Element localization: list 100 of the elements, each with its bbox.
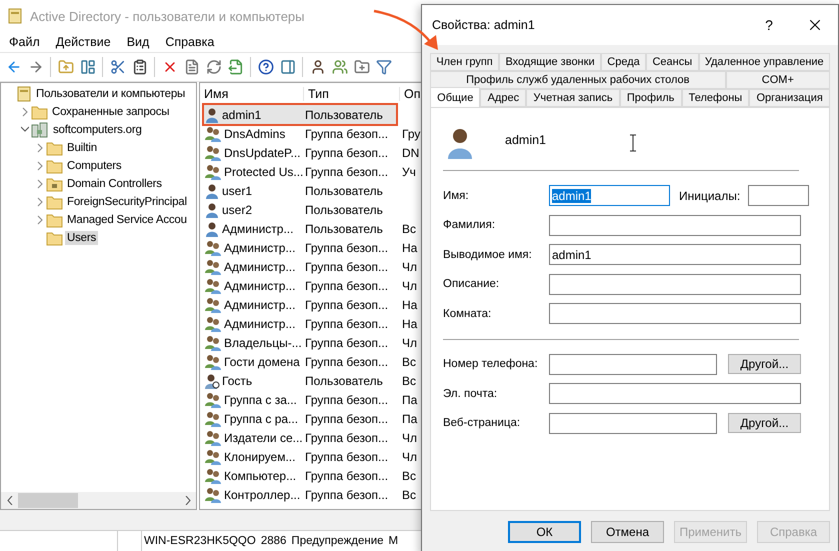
- scrollbar-thumb[interactable]: [18, 493, 78, 508]
- app-icon: [8, 8, 22, 24]
- table-cell: Администр...: [224, 278, 296, 292]
- table-cell-text: Группа безоп...: [305, 240, 390, 254]
- user-icon: [204, 106, 220, 122]
- tab[interactable]: COM+: [726, 71, 830, 89]
- tree-item[interactable]: Domain Controllers: [65, 177, 164, 191]
- status-text: 2886: [260, 535, 286, 547]
- menu-item[interactable]: Вид: [126, 35, 150, 49]
- table-cell-text: Группа безоп...: [305, 354, 390, 368]
- filter-icon[interactable]: [374, 58, 393, 76]
- tree-item[interactable]: Managed Service Accou: [65, 213, 189, 227]
- group-icon: [204, 430, 222, 446]
- tree-item[interactable]: Пользователи и компьютеры: [34, 87, 188, 101]
- text-field[interactable]: admin1: [549, 244, 801, 266]
- text-field[interactable]: [549, 412, 717, 434]
- tree-item[interactable]: Builtin: [65, 141, 99, 155]
- table-cell-text: Группа безоп...: [305, 392, 390, 406]
- group-icon: [204, 334, 222, 350]
- highlighted-row[interactable]: admin1 Пользователь: [204, 105, 396, 124]
- column-header[interactable]: Тип: [304, 87, 400, 101]
- tab[interactable]: Профиль: [620, 89, 682, 107]
- table-cell: Администр...: [224, 240, 296, 254]
- table-cell: Группа с ра...: [224, 412, 298, 426]
- organizational-unit-icon: [46, 176, 63, 192]
- table-cell: Чл: [402, 336, 417, 350]
- text-field[interactable]: [549, 214, 801, 236]
- group-icon: [204, 164, 222, 180]
- user-name: admin1: [505, 133, 547, 147]
- tree-item[interactable]: Сохраненные запросы: [50, 105, 172, 119]
- table-cell: Чл: [402, 430, 417, 444]
- other-button[interactable]: Другой...: [728, 354, 801, 374]
- user-icon: [204, 202, 220, 218]
- tree-item[interactable]: Users: [65, 231, 98, 245]
- group-icon: [204, 258, 222, 274]
- column-header[interactable]: Имя: [200, 87, 304, 101]
- table-cell: Чл: [402, 260, 417, 274]
- tab[interactable]: Сеансы: [646, 53, 699, 71]
- text-field[interactable]: [549, 354, 717, 375]
- table-cell: Па: [402, 392, 418, 406]
- dialog-button[interactable]: ОК: [508, 521, 581, 543]
- group-icon: [204, 296, 222, 312]
- table-cell: Компьютер...: [224, 468, 296, 482]
- table-cell: Издатели се...: [224, 430, 303, 444]
- tab[interactable]: Организация: [749, 89, 830, 107]
- text-field[interactable]: [549, 383, 801, 404]
- tree-item[interactable]: softcomputers.org: [51, 123, 144, 137]
- table-cell: Вс: [402, 468, 416, 482]
- tree-item[interactable]: Computers: [65, 159, 124, 173]
- table-cell: Группа с за...: [224, 392, 297, 406]
- field-label: Описание:: [443, 278, 500, 290]
- group-icon: [204, 278, 222, 294]
- field-label: Эл. почта:: [443, 388, 498, 400]
- export-icon[interactable]: [226, 58, 245, 76]
- tab[interactable]: Входящие звонки: [499, 53, 601, 71]
- table-cell: Администр...: [222, 222, 294, 236]
- text-field[interactable]: admin1: [549, 185, 670, 206]
- help-button[interactable]: ?: [746, 17, 792, 33]
- table-cell: Владельцы-...: [224, 336, 302, 350]
- table-cell: user1: [222, 184, 252, 198]
- tab[interactable]: Адрес: [480, 89, 526, 107]
- text-field[interactable]: [549, 303, 801, 324]
- table-cell-text: Пользователь: [305, 202, 384, 216]
- table-cell: Вс: [402, 222, 416, 236]
- table-cell: Гости домена: [224, 354, 300, 368]
- tab[interactable]: Профиль служб удаленных рабочих столов: [430, 71, 726, 89]
- tab[interactable]: Член групп: [430, 53, 500, 71]
- group-icon: [204, 316, 222, 332]
- dialog-button[interactable]: Отмена: [591, 521, 664, 543]
- table-cell: user2: [222, 202, 252, 216]
- guest-user-icon: [204, 372, 220, 388]
- tab[interactable]: Общие: [430, 87, 480, 107]
- tab[interactable]: Среда: [600, 53, 646, 71]
- tab[interactable]: Телефоны: [682, 89, 750, 107]
- tab[interactable]: Удаленное управление: [698, 53, 830, 71]
- folder-icon: [46, 194, 63, 210]
- table-cell-text: Группа безоп...: [305, 126, 390, 140]
- table-cell: Уч: [402, 164, 416, 178]
- menu-item[interactable]: Файл: [9, 35, 40, 49]
- table-cell: DnsAdmins: [224, 126, 286, 140]
- other-button[interactable]: Другой...: [728, 413, 801, 434]
- table-cell-text: Пользователь: [305, 222, 384, 236]
- table-cell: admin1: [222, 108, 262, 122]
- table-cell: Контроллер...: [224, 488, 300, 502]
- tab[interactable]: Учетная запись: [526, 89, 620, 107]
- menu-item[interactable]: Справка: [165, 35, 214, 49]
- group-icon: [204, 126, 222, 142]
- table-cell: Администр...: [224, 298, 296, 312]
- initials-field[interactable]: [748, 185, 810, 206]
- menu-item[interactable]: Действие: [56, 35, 111, 49]
- help-icon[interactable]: [256, 58, 275, 76]
- tree-item[interactable]: ForeignSecurityPrincipal: [65, 195, 189, 209]
- group-icon: [204, 468, 222, 484]
- table-cell: Клонируем...: [224, 450, 296, 464]
- table-cell-text: Группа безоп...: [305, 260, 390, 274]
- table-cell: Вс: [402, 374, 416, 388]
- status-text: Предупреждение: [291, 535, 384, 547]
- text-field[interactable]: [549, 274, 801, 295]
- table-cell-text: Группа безоп...: [305, 298, 390, 312]
- user-icon: [204, 182, 220, 198]
